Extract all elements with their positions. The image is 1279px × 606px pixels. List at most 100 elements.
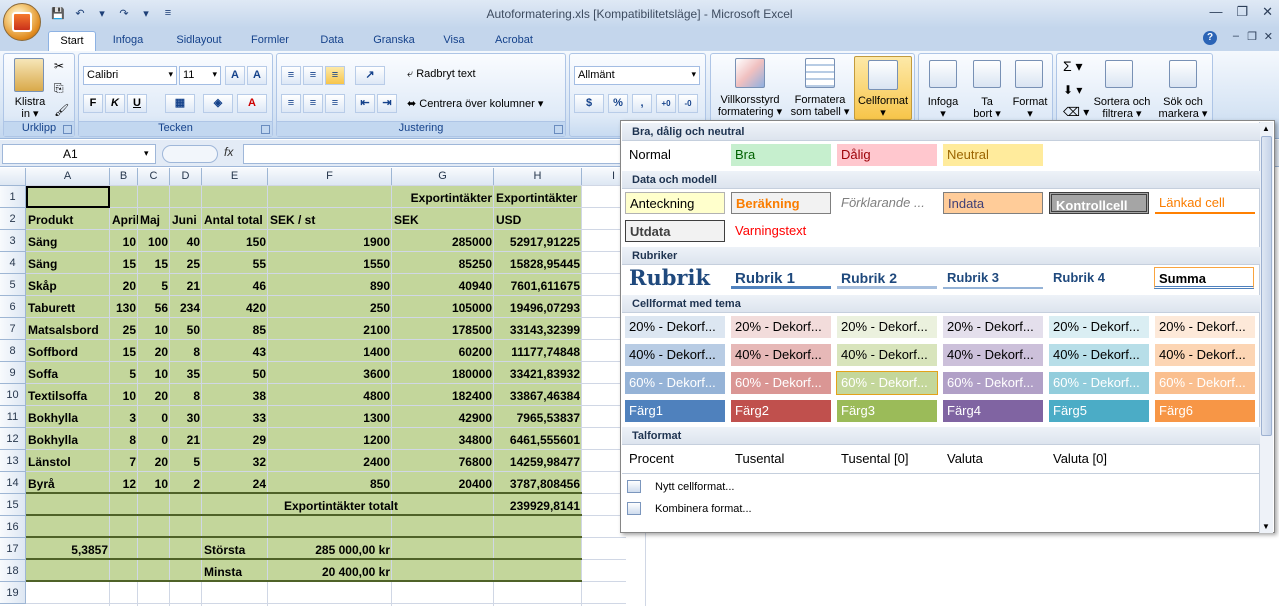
table-cell[interactable]: 7601,611675 [494, 274, 582, 296]
style-good[interactable]: Bra [731, 144, 831, 166]
formula-bar-divider-handle[interactable] [162, 145, 218, 163]
increase-decimal-button[interactable]: +0 [656, 94, 676, 113]
table-cell[interactable]: 56 [138, 296, 170, 318]
table-cell[interactable]: 21 [170, 274, 202, 296]
table-cell[interactable]: 32 [202, 450, 268, 472]
table-cell[interactable]: 10 [138, 318, 170, 340]
style-check-cell[interactable]: Kontrollcell [1049, 192, 1149, 214]
align-left-button[interactable]: ≡ [281, 94, 301, 113]
shrink-font-button[interactable]: A [247, 66, 267, 85]
scroll-down-icon[interactable]: ▼ [1262, 522, 1270, 531]
style-title[interactable]: Rubrik [625, 265, 725, 291]
table-cell[interactable]: 15 [138, 252, 170, 274]
accounting-format-button[interactable]: $ [574, 94, 604, 113]
clipboard-launcher-icon[interactable] [63, 125, 72, 134]
cell-d2[interactable]: Juni [170, 208, 202, 230]
style-neutral[interactable]: Neutral [943, 144, 1043, 166]
fill-color-button[interactable]: ◈ [203, 94, 233, 113]
table-cell[interactable]: 1400 [268, 340, 392, 362]
doc-restore-icon[interactable]: ❐ [1247, 30, 1257, 43]
percent-button[interactable]: % [608, 94, 628, 113]
table-cell[interactable]: 34800 [392, 428, 494, 450]
table-cell[interactable]: 25 [170, 252, 202, 274]
style-themed-60-2[interactable]: 60% - Dekorf... [731, 372, 831, 394]
table-cell[interactable]: 234 [170, 296, 202, 318]
row-header[interactable]: 8 [0, 340, 26, 362]
style-themed-20-6[interactable]: 20% - Dekorf... [1155, 316, 1255, 338]
table-cell[interactable]: 20 [138, 450, 170, 472]
style-warning-text[interactable]: Varningstext [731, 220, 831, 242]
table-cell[interactable]: Bokhylla [26, 428, 110, 450]
table-cell[interactable]: 15 [110, 340, 138, 362]
style-currency[interactable]: Valuta [943, 448, 1043, 470]
row-header[interactable]: 10 [0, 384, 26, 406]
tab-formler[interactable]: Formler [242, 31, 298, 51]
table-cell[interactable]: 2400 [268, 450, 392, 472]
insert-cells-button[interactable]: Infoga ▾ [921, 96, 965, 120]
row-header[interactable]: 11 [0, 406, 26, 428]
table-cell[interactable]: 1550 [268, 252, 392, 274]
max-value[interactable]: 285 000,00 kr [268, 538, 392, 560]
style-comma-0[interactable]: Tusental [0] [837, 448, 937, 470]
style-themed-40-5[interactable]: 40% - Dekorf... [1049, 344, 1149, 366]
style-themed-full-1[interactable]: Färg1 [625, 400, 725, 422]
table-cell[interactable]: 15828,95445 [494, 252, 582, 274]
table-cell[interactable]: 2 [170, 472, 202, 494]
decrease-decimal-button[interactable]: -0 [678, 94, 698, 113]
table-cell[interactable]: Textilsoffa [26, 384, 110, 406]
tab-infoga[interactable]: Infoga [100, 31, 156, 51]
style-themed-20-3[interactable]: 20% - Dekorf... [837, 316, 937, 338]
table-cell[interactable]: Byrå [26, 472, 110, 494]
select-all-corner[interactable] [0, 168, 26, 186]
style-comma[interactable]: Tusental [731, 448, 831, 470]
cell-styles-button[interactable]: Cellformat ▾ [854, 56, 912, 120]
tab-granska[interactable]: Granska [364, 31, 424, 51]
wrap-text-button[interactable]: ⤶ Radbryt text [407, 68, 476, 80]
table-cell[interactable]: 850 [268, 472, 392, 494]
min-label[interactable]: Minsta [202, 560, 268, 582]
style-themed-full-3[interactable]: Färg3 [837, 400, 937, 422]
font-launcher-icon[interactable] [261, 125, 270, 134]
table-cell[interactable]: 60200 [392, 340, 494, 362]
row-header[interactable]: 13 [0, 450, 26, 472]
table-cell[interactable]: 10 [110, 384, 138, 406]
row-header[interactable]: 14 [0, 472, 26, 494]
table-cell[interactable]: Bokhylla [26, 406, 110, 428]
style-themed-60-5[interactable]: 60% - Dekorf... [1049, 372, 1149, 394]
align-right-button[interactable]: ≡ [325, 94, 345, 113]
table-cell[interactable]: 20400 [392, 472, 494, 494]
style-themed-20-4[interactable]: 20% - Dekorf... [943, 316, 1043, 338]
style-themed-40-3[interactable]: 40% - Dekorf... [837, 344, 937, 366]
column-header[interactable]: D [170, 168, 202, 186]
comma-button[interactable]: , [632, 94, 652, 113]
row-header[interactable]: 12 [0, 428, 26, 450]
table-cell[interactable]: 4800 [268, 384, 392, 406]
style-themed-40-6[interactable]: 40% - Dekorf... [1155, 344, 1255, 366]
table-cell[interactable]: 42900 [392, 406, 494, 428]
align-middle-button[interactable]: ≡ [303, 66, 323, 85]
column-header[interactable]: A [26, 168, 110, 186]
exchange-rate-cell[interactable]: 5,3857 [26, 538, 110, 560]
cell-g1[interactable]: Exportintäkter [392, 186, 494, 208]
table-cell[interactable]: 30 [170, 406, 202, 428]
table-cell[interactable]: 46 [202, 274, 268, 296]
table-cell[interactable]: 14259,98477 [494, 450, 582, 472]
table-cell[interactable]: 105000 [392, 296, 494, 318]
minimize-icon[interactable]: — [1209, 4, 1222, 20]
merge-center-button[interactable]: ⬌ Centrera över kolumner ▾ [407, 98, 543, 110]
table-cell[interactable]: 20 [110, 274, 138, 296]
doc-close-icon[interactable]: ✕ [1264, 30, 1273, 43]
decrease-indent-button[interactable]: ⇤ [355, 94, 375, 113]
style-input[interactable]: Indata [943, 192, 1043, 214]
align-center-button[interactable]: ≡ [303, 94, 323, 113]
font-color-button[interactable]: A [237, 94, 267, 113]
cell-a2[interactable]: Produkt [26, 208, 110, 230]
table-cell[interactable]: Taburett [26, 296, 110, 318]
table-cell[interactable]: 85 [202, 318, 268, 340]
row-header[interactable]: 16 [0, 516, 26, 538]
total-value[interactable]: 239929,8141 [494, 494, 582, 516]
table-cell[interactable]: 12 [110, 472, 138, 494]
table-cell[interactable]: 33421,83932 [494, 362, 582, 384]
table-cell[interactable]: 5 [170, 450, 202, 472]
namebox-dropdown-icon[interactable]: ▾ [144, 148, 149, 159]
